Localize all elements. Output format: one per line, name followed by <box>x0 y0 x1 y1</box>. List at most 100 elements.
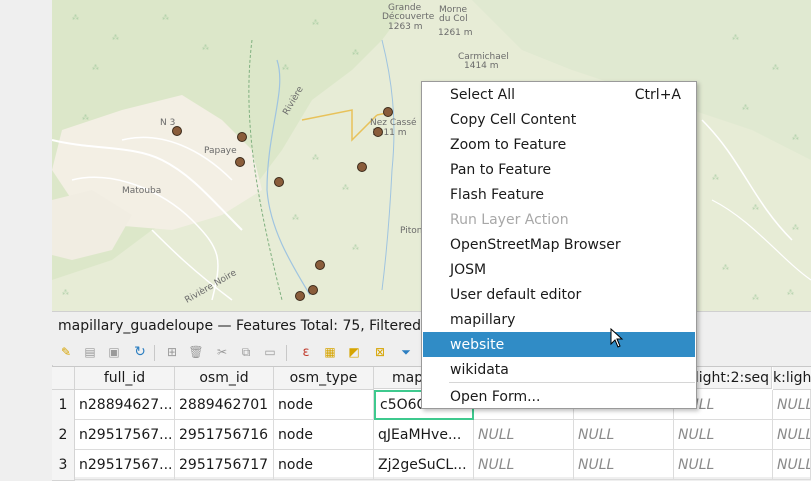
save-icon[interactable]: ▣ <box>106 344 122 360</box>
menu-item-josm[interactable]: JOSM <box>423 257 695 282</box>
table-cell[interactable]: NULL <box>773 420 811 450</box>
select-all-icon[interactable]: ▦ <box>322 344 338 360</box>
svg-text:⁂: ⁂ <box>712 174 719 182</box>
svg-text:⁂: ⁂ <box>162 14 169 22</box>
menu-item-wikidata[interactable]: wikidata <box>423 357 695 382</box>
table-cell[interactable]: NULL <box>674 420 773 450</box>
feature-marker[interactable] <box>295 291 305 301</box>
svg-text:⁂: ⁂ <box>82 114 89 122</box>
svg-text:⁂: ⁂ <box>112 34 119 42</box>
table-cell[interactable]: NULL <box>574 420 674 450</box>
deselect-icon[interactable]: ⊠ <box>372 344 388 360</box>
menu-item-pan-to-feature[interactable]: Pan to Feature <box>423 157 695 182</box>
cut-icon[interactable]: ✂ <box>214 344 230 360</box>
menu-item-label: Open Form... <box>450 388 541 405</box>
table-cell[interactable]: n29517567... <box>75 420 175 450</box>
svg-text:⁂: ⁂ <box>282 64 289 72</box>
svg-text:⁂: ⁂ <box>722 264 729 272</box>
table-cell[interactable]: 2951756716 <box>175 420 274 450</box>
left-panel-edge <box>0 0 53 476</box>
svg-text:⁂: ⁂ <box>792 224 799 232</box>
menu-item-user-default-editor[interactable]: User default editor <box>423 282 695 307</box>
copy-icon[interactable]: ⧉ <box>238 344 254 360</box>
svg-text:⁂: ⁂ <box>732 34 739 42</box>
expression-select-icon[interactable]: ε <box>298 344 314 360</box>
toolbar-separator <box>286 345 287 361</box>
svg-text:⁂: ⁂ <box>92 64 99 72</box>
paste-icon[interactable]: ▭ <box>262 344 278 360</box>
menu-item-flash-feature[interactable]: Flash Feature <box>423 182 695 207</box>
table-cell[interactable]: qJEaMHve... <box>374 420 474 450</box>
menu-item-label: Zoom to Feature <box>450 136 567 153</box>
map-label: 1263 m <box>388 22 423 32</box>
svg-text:⁂: ⁂ <box>772 64 779 72</box>
column-header[interactable]: full_id <box>75 367 175 390</box>
svg-text:⁂: ⁂ <box>352 244 359 252</box>
svg-text:⁂: ⁂ <box>742 104 749 112</box>
menu-item-label: Pan to Feature <box>450 161 552 178</box>
svg-text:⁂: ⁂ <box>292 214 299 222</box>
map-label: Découverte <box>382 12 435 22</box>
menu-item-label: User default editor <box>450 286 582 303</box>
multi-edit-icon[interactable]: ▤ <box>82 344 98 360</box>
map-label: Papaye <box>204 146 237 156</box>
svg-text:⁂: ⁂ <box>792 134 799 142</box>
table-cell[interactable]: 2889462701 <box>175 390 274 420</box>
column-header[interactable]: osm_type <box>274 367 374 390</box>
svg-text:⁂: ⁂ <box>312 19 319 27</box>
feature-marker[interactable] <box>308 285 318 295</box>
menu-item-label: OpenStreetMap Browser <box>450 236 621 253</box>
toolbar-separator <box>154 345 155 361</box>
edit-pencil-icon[interactable]: ✎ <box>58 344 74 360</box>
menu-item-website[interactable]: website <box>423 332 695 357</box>
map-label: Matouba <box>122 186 162 196</box>
map-label: 1414 m <box>464 61 499 71</box>
add-feature-icon[interactable]: ⊞ <box>164 344 180 360</box>
column-header[interactable]: osm_id <box>175 367 274 390</box>
filter-icon[interactable]: ⏷ <box>398 344 414 360</box>
table-cell[interactable]: NULL <box>474 420 574 450</box>
svg-text:⁂: ⁂ <box>752 294 759 302</box>
table-cell[interactable]: node <box>274 390 374 420</box>
context-menu: Select All Ctrl+A Copy Cell Content Zoom … <box>421 81 697 409</box>
feature-marker[interactable] <box>373 127 383 137</box>
feature-marker[interactable] <box>357 162 367 172</box>
delete-icon[interactable]: 🗑 <box>188 344 204 360</box>
feature-marker[interactable] <box>235 157 245 167</box>
menu-item-label: Flash Feature <box>450 186 545 203</box>
menu-item-run-layer-action: Run Layer Action <box>423 207 695 232</box>
menu-item-label: mapillary <box>450 311 516 328</box>
menu-item-select-all[interactable]: Select All Ctrl+A <box>423 82 695 107</box>
feature-marker[interactable] <box>315 260 325 270</box>
menu-item-mapillary[interactable]: mapillary <box>423 307 695 332</box>
table-cell[interactable]: n28894627... <box>75 390 175 420</box>
menu-item-zoom-to-feature[interactable]: Zoom to Feature <box>423 132 695 157</box>
map-label: 1261 m <box>438 28 473 38</box>
svg-text:⁂: ⁂ <box>202 44 209 52</box>
corner-header[interactable] <box>52 367 75 390</box>
row-header[interactable]: 3 <box>52 450 75 481</box>
menu-item-shortcut: Ctrl+A <box>634 86 681 103</box>
menu-item-open-form[interactable]: Open Form... <box>423 384 695 409</box>
row-header[interactable]: 1 <box>52 390 75 421</box>
svg-text:⁂: ⁂ <box>787 289 794 297</box>
column-header[interactable]: k:ligh <box>773 367 811 390</box>
invert-selection-icon[interactable]: ◩ <box>346 344 362 360</box>
svg-text:⁂: ⁂ <box>352 49 359 57</box>
svg-text:⁂: ⁂ <box>62 289 69 297</box>
feature-marker[interactable] <box>383 107 393 117</box>
menu-item-label: website <box>450 336 505 353</box>
menu-item-openstreetmap-browser[interactable]: OpenStreetMap Browser <box>423 232 695 257</box>
menu-item-label: wikidata <box>450 361 509 378</box>
row-header[interactable]: 2 <box>52 420 75 451</box>
svg-text:⁂: ⁂ <box>752 204 759 212</box>
reload-icon[interactable]: ↻ <box>132 344 148 360</box>
feature-marker[interactable] <box>274 177 284 187</box>
mouse-cursor-icon <box>610 328 624 348</box>
feature-marker[interactable] <box>172 126 182 136</box>
feature-marker[interactable] <box>237 132 247 142</box>
table-cell[interactable]: NULL <box>773 390 811 420</box>
table-cell[interactable]: node <box>274 420 374 450</box>
menu-item-label: JOSM <box>450 261 487 278</box>
menu-item-copy-cell-content[interactable]: Copy Cell Content <box>423 107 695 132</box>
